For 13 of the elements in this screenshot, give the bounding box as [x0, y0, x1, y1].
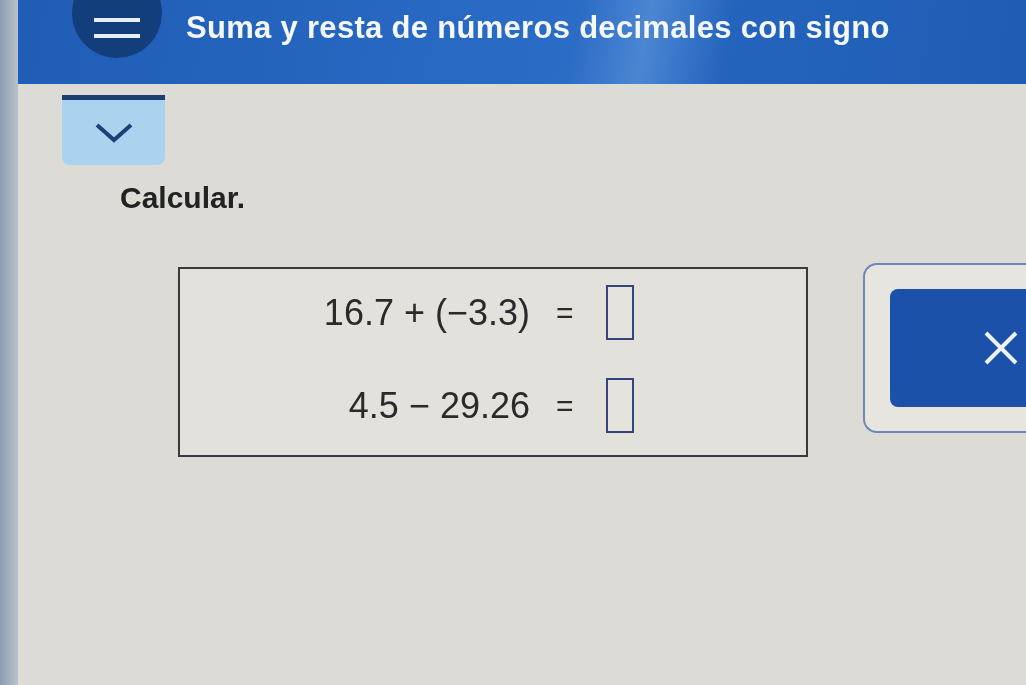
menu-icon: [94, 18, 140, 38]
page-title: Suma y resta de números decimales con signo: [186, 10, 890, 46]
math-expression: 16.7 + (−3.3): [323, 291, 530, 334]
answer-box[interactable]: [605, 378, 634, 433]
clear-button[interactable]: [890, 289, 1026, 407]
equals-sign: =: [556, 388, 574, 423]
prompt-text: Calcular.: [120, 181, 246, 215]
answer-box[interactable]: [605, 285, 634, 340]
equals-sign: =: [556, 295, 574, 330]
x-icon: [984, 331, 1018, 365]
math-expression: 4.5 − 29.26: [348, 384, 530, 427]
chevron-down-icon: [94, 122, 133, 143]
collapse-tab[interactable]: [62, 95, 165, 165]
